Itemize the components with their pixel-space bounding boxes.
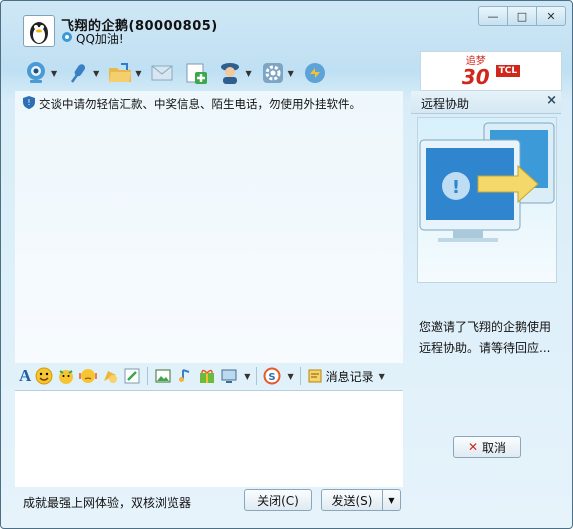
chevron-down-icon[interactable]: ▼	[135, 69, 141, 78]
window-controls: — □ ✕	[478, 6, 566, 26]
toolbar-divider	[147, 367, 149, 385]
voice-message-icon[interactable]	[101, 367, 119, 385]
bottom-bar: 成就最强上网体验，双核浏览器 关闭(C) 发送(S) ▼	[15, 487, 403, 515]
send-file-button[interactable]: ▼	[107, 60, 141, 86]
video-call-button[interactable]: ▼	[23, 60, 57, 86]
history-label: 消息记录	[325, 369, 374, 384]
remote-assist-button[interactable]	[302, 60, 328, 86]
history-icon	[308, 369, 322, 383]
contact-status-line: QQ加油!	[61, 30, 124, 47]
gear-icon	[260, 60, 286, 86]
gift-icon[interactable]	[198, 367, 216, 385]
main-toolbar: ▼ ▼ ▼ ▼ ▼	[23, 57, 336, 89]
panel-header: 远程协助 ×	[411, 91, 561, 114]
remote-assist-illustration: !	[417, 117, 557, 283]
toolbar-divider	[299, 367, 301, 385]
webcam-icon	[23, 60, 49, 86]
ad-big-number: 30	[461, 64, 490, 89]
cancel-label: 取消	[482, 440, 507, 455]
svg-text:!: !	[452, 177, 460, 198]
close-icon[interactable]: ×	[546, 93, 557, 108]
panel-title: 远程协助	[421, 97, 470, 111]
chat-window: 飞翔的企鹅(80000805) QQ加油! — □ ✕ ▼ ▼ ▼ ▼ ▼ 追梦…	[0, 0, 573, 529]
add-icon	[183, 60, 209, 86]
send-options-dropdown[interactable]: ▼	[382, 489, 401, 511]
mail-icon	[149, 60, 175, 86]
application-button[interactable]: ▼	[217, 60, 252, 86]
chevron-down-icon[interactable]: ▼	[244, 372, 250, 381]
emoticon-icon[interactable]	[35, 367, 53, 385]
remote-assist-icon	[302, 60, 328, 86]
security-notice: ! 交谈中请勿轻信汇款、中奖信息、陌生电话，勿使用外挂软件。	[23, 96, 361, 112]
chevron-down-icon[interactable]: ▼	[287, 372, 293, 381]
chevron-down-icon: ▼	[378, 371, 385, 381]
shield-icon: !	[23, 96, 35, 112]
browser-promo-link[interactable]: 成就最强上网体验，双核浏览器	[23, 494, 191, 511]
contact-avatar[interactable]	[23, 15, 55, 47]
shake-window-icon[interactable]	[79, 367, 98, 385]
email-button[interactable]	[149, 60, 175, 86]
send-button[interactable]: 发送(S)	[321, 489, 383, 511]
close-window-button[interactable]: ✕	[537, 6, 566, 26]
folder-icon	[107, 60, 133, 86]
send-image-icon[interactable]	[154, 367, 172, 385]
cancel-icon: ✕	[467, 440, 479, 454]
settings-button[interactable]: ▼	[260, 60, 294, 86]
minimize-button[interactable]: —	[478, 6, 508, 26]
chat-history-area[interactable]: ! 交谈中请勿轻信汇款、中奖信息、陌生电话，勿使用外挂软件。	[15, 91, 403, 363]
remote-assist-panel: 远程协助 × ! 您邀请了飞翔的企鹅使用远程协助。请等待回应... ✕ 取消	[411, 91, 561, 515]
maximize-button[interactable]: □	[508, 6, 537, 26]
create-group-button[interactable]	[183, 60, 209, 86]
microphone-icon	[65, 60, 91, 86]
svg-text:!: !	[27, 98, 30, 107]
contact-signature: QQ加油!	[76, 32, 124, 46]
super-qq-icon[interactable]: S	[263, 367, 281, 385]
security-notice-text: 交谈中请勿轻信汇款、中奖信息、陌生电话，勿使用外挂软件。	[39, 97, 361, 111]
cancel-button[interactable]: ✕ 取消	[453, 436, 521, 458]
music-icon[interactable]	[176, 367, 194, 385]
ad-banner[interactable]: 追梦 30 TCL	[420, 51, 562, 91]
message-input[interactable]	[15, 390, 403, 487]
svg-text:S: S	[269, 372, 276, 383]
screenshot-icon[interactable]	[220, 367, 238, 385]
voice-call-button[interactable]: ▼	[65, 60, 99, 86]
toolbar-divider	[256, 367, 258, 385]
close-button[interactable]: 关闭(C)	[244, 489, 312, 511]
font-icon[interactable]: A	[19, 366, 31, 386]
remote-assist-message: 您邀请了飞翔的企鹅使用远程协助。请等待回应...	[419, 320, 552, 355]
format-toolbar: A ▼ S ▼ 消息记录 ▼	[15, 363, 403, 389]
qq-status-icon	[61, 31, 73, 46]
doodle-icon[interactable]	[123, 367, 141, 385]
chevron-down-icon[interactable]: ▼	[245, 69, 251, 78]
ad-brand: TCL	[495, 65, 521, 77]
chevron-down-icon[interactable]: ▼	[288, 69, 294, 78]
user-service-icon	[217, 60, 243, 86]
ad-slogan: 追梦 30	[462, 56, 490, 87]
message-history-button[interactable]: 消息记录 ▼	[307, 368, 385, 385]
magic-emoticon-icon[interactable]	[57, 367, 75, 385]
chevron-down-icon[interactable]: ▼	[93, 69, 99, 78]
chevron-down-icon[interactable]: ▼	[51, 69, 57, 78]
